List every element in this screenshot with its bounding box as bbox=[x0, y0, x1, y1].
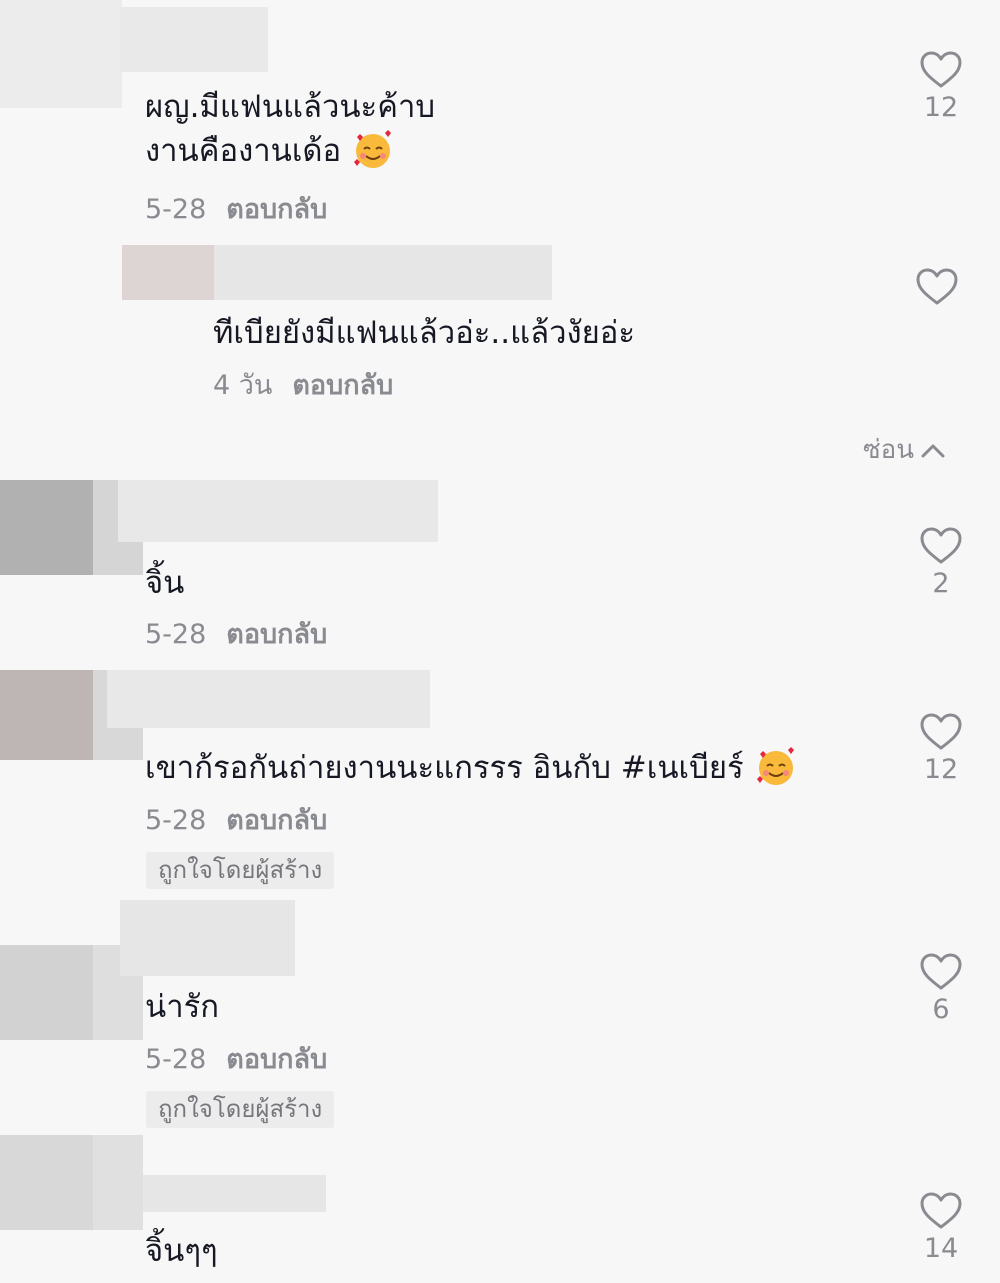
like-count: 14 bbox=[923, 1233, 959, 1264]
like-count: 2 bbox=[932, 568, 950, 599]
comment-text: จิ้น bbox=[145, 565, 185, 601]
reply-text: ทีเบียยังมีแฟนแล้วอ่ะ..แล้วงัยอ่ะ bbox=[213, 315, 636, 351]
smiling-face-with-hearts-emoji bbox=[354, 129, 392, 168]
heart-outline-icon bbox=[920, 713, 962, 750]
heart-outline-icon bbox=[920, 1192, 962, 1229]
like-button[interactable]: 2 bbox=[911, 526, 971, 600]
like-button[interactable]: 12 bbox=[911, 712, 971, 786]
hide-replies-button[interactable]: ซ่อน bbox=[863, 432, 946, 468]
comment-date: 5-28 bbox=[145, 619, 207, 650]
reply-meta: 4 วัน ตอบกลับ bbox=[213, 368, 393, 404]
username-blurred[interactable] bbox=[118, 480, 438, 542]
username-blurred[interactable] bbox=[120, 7, 268, 72]
reply-button[interactable]: ตอบกลับ bbox=[226, 805, 327, 836]
username-blurred[interactable] bbox=[143, 1175, 326, 1212]
username-blurred[interactable] bbox=[120, 900, 295, 976]
comment-meta: 5-28 ตอบกลับ bbox=[145, 192, 327, 228]
reply-button[interactable]: ตอบกลับ bbox=[292, 370, 393, 401]
avatar-blurred[interactable] bbox=[0, 945, 93, 1040]
like-button[interactable]: 14 bbox=[911, 1191, 971, 1265]
hide-replies-label: ซ่อน bbox=[863, 435, 915, 465]
heart-outline-icon bbox=[916, 268, 958, 305]
heart-outline-icon bbox=[920, 51, 962, 88]
reply-button[interactable]: ตอบกลับ bbox=[226, 194, 327, 225]
heart-outline-icon bbox=[920, 527, 962, 564]
like-count: 12 bbox=[923, 754, 959, 785]
like-count: 6 bbox=[932, 994, 950, 1025]
like-button[interactable]: 6 bbox=[911, 952, 971, 1026]
smiling-face-with-hearts-emoji bbox=[756, 746, 794, 785]
reply-button[interactable]: ตอบกลับ bbox=[226, 1044, 327, 1075]
comment-text: เขาก้รอกันถ่ายงานนะแกรรร อินกับ #เนเบียร… bbox=[145, 746, 798, 792]
avatar-blurred[interactable] bbox=[0, 0, 122, 108]
comment-text: ผญ.มีแฟนแล้วนะค้าบ งานคืองานเด้อ bbox=[145, 85, 435, 175]
chevron-up-icon bbox=[921, 444, 945, 457]
avatar-blurred-edge bbox=[93, 1135, 143, 1230]
reply-button[interactable]: ตอบกลับ bbox=[226, 619, 327, 650]
liked-by-creator-badge: ถูกใจโดยผู้สร้าง bbox=[146, 852, 335, 889]
comment-text: จิ้นๆๆ bbox=[145, 1233, 218, 1269]
like-button[interactable] bbox=[907, 267, 967, 341]
comment-date: 5-28 bbox=[145, 194, 207, 225]
like-count: 12 bbox=[923, 92, 959, 123]
reply-date: 4 วัน bbox=[213, 370, 273, 401]
comment-meta: 5-28 ตอบกลับ bbox=[145, 617, 327, 653]
avatar-blurred[interactable] bbox=[0, 480, 93, 575]
comment-meta: 5-28 ตอบกลับ bbox=[145, 1042, 327, 1078]
avatar-blurred[interactable] bbox=[122, 245, 214, 300]
comment-meta: 5-28 ตอบกลับ bbox=[145, 803, 327, 839]
liked-by-creator-badge: ถูกใจโดยผู้สร้าง bbox=[146, 1091, 335, 1128]
comment-date: 5-28 bbox=[145, 1044, 207, 1075]
avatar-blurred[interactable] bbox=[0, 1135, 93, 1230]
comment-date: 5-28 bbox=[145, 805, 207, 836]
like-button[interactable]: 12 bbox=[911, 50, 971, 124]
username-blurred[interactable] bbox=[214, 245, 552, 300]
avatar-blurred[interactable] bbox=[0, 670, 93, 760]
username-blurred[interactable] bbox=[107, 670, 430, 728]
like-count bbox=[907, 309, 967, 341]
heart-outline-icon bbox=[920, 953, 962, 990]
comment-text: น่ารัก bbox=[145, 989, 220, 1025]
